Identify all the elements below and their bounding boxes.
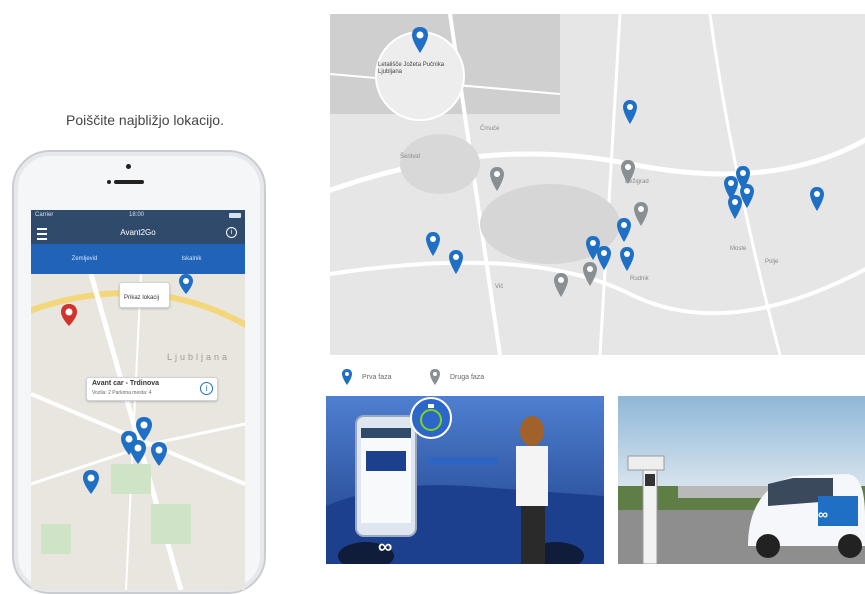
- map-pin-gray[interactable]: [583, 262, 597, 291]
- map-pin-blue[interactable]: [623, 100, 637, 129]
- promo-photo-graphic: [326, 396, 604, 564]
- map-pin-blue[interactable]: [728, 195, 742, 224]
- car-logo: ∞: [818, 506, 828, 522]
- legend-item-druga: Druga faza: [430, 369, 485, 385]
- car-logo: ∞: [378, 536, 393, 558]
- phone-map[interactable]: Prikaz lokacij Ljubljana Avant car - Trd…: [31, 273, 245, 590]
- legend-pin-gray-icon: [430, 369, 440, 385]
- phone-camera: [126, 164, 131, 169]
- map-pin-blue[interactable]: [426, 232, 440, 261]
- tab-bar: Zemljevid Iskalnik: [31, 244, 245, 274]
- map-pin-blue[interactable]: [740, 184, 754, 213]
- app-title: Avant2Go: [120, 228, 156, 237]
- promo-photo-app: ∞: [326, 396, 604, 564]
- map-pin-blue[interactable]: [810, 187, 824, 216]
- map-pin-blue[interactable]: [620, 247, 634, 276]
- tab-search[interactable]: Iskalnik: [138, 244, 245, 274]
- map-pin-gray[interactable]: [490, 167, 504, 196]
- map-pin-blue[interactable]: [130, 440, 146, 469]
- phone-screen: Carrier 18:00 Avant2Go i Zemljevid Iskal…: [31, 210, 245, 590]
- legend-pin-blue-icon: [342, 369, 352, 385]
- phone-mockup: Carrier 18:00 Avant2Go i Zemljevid Iskal…: [12, 150, 266, 594]
- map-pin-blue[interactable]: [617, 218, 631, 247]
- app-bar: Avant2Go i: [31, 222, 245, 244]
- map-pin-gray[interactable]: [621, 160, 635, 189]
- info-icon[interactable]: i: [200, 382, 213, 395]
- legend-label: Prva faza: [361, 373, 392, 381]
- location-callout[interactable]: Avant car - Trdinova Vozila: 2 Parkirna …: [86, 377, 218, 401]
- place-label: Šentvid: [400, 154, 421, 160]
- promo-photo-charging: ∞: [618, 396, 865, 564]
- callout-label: Prikaz lokacij: [124, 295, 160, 301]
- promo-photo-graphic: [618, 396, 865, 564]
- map-pin-blue[interactable]: [151, 442, 167, 471]
- map-pin-blue[interactable]: [449, 250, 463, 279]
- legend-label: Druga faza: [449, 373, 485, 381]
- callout-title: Avant car - Trdinova: [92, 380, 160, 387]
- map-pin-gray[interactable]: [554, 273, 568, 302]
- map-pin-blue[interactable]: [179, 274, 193, 299]
- map-pin-red[interactable]: [61, 304, 77, 331]
- city-map[interactable]: Letališče Jožeta Pučnika Ljubljana Črnuč…: [330, 14, 865, 355]
- magnifier-label: Letališče Jožeta Pučnika Ljubljana: [378, 62, 445, 75]
- legend-item-prva: Prva faza: [342, 369, 392, 385]
- map-pin-blue[interactable]: [597, 246, 611, 275]
- map-pin-gray[interactable]: [634, 202, 648, 231]
- place-label: Rudnik: [630, 276, 649, 282]
- place-label: Vič: [495, 284, 504, 290]
- phone-front-sensor: [107, 180, 111, 184]
- time-label: 18:00: [129, 212, 145, 218]
- district-label: Ljubljana: [167, 352, 231, 362]
- place-label: Moste: [730, 246, 747, 252]
- tab-map[interactable]: Zemljevid: [31, 244, 138, 274]
- place-label: Polje: [765, 259, 779, 265]
- caption: Poiščite najbližjo lokacijo.: [66, 112, 224, 128]
- callout-subtitle: Vozila: 2 Parkirna mesta: 4: [92, 390, 152, 396]
- phone-speaker: [114, 180, 144, 184]
- place-label: Črnuče: [480, 126, 500, 132]
- battery-icon: [229, 213, 241, 218]
- map-pin-blue[interactable]: [83, 470, 99, 499]
- callout-prikaz-lokacij[interactable]: Prikaz lokacij: [119, 282, 171, 308]
- info-icon[interactable]: i: [226, 227, 237, 238]
- carrier-label: Carrier: [35, 212, 54, 218]
- status-bar: Carrier 18:00: [31, 210, 245, 222]
- map-pin-blue[interactable]: [412, 27, 428, 58]
